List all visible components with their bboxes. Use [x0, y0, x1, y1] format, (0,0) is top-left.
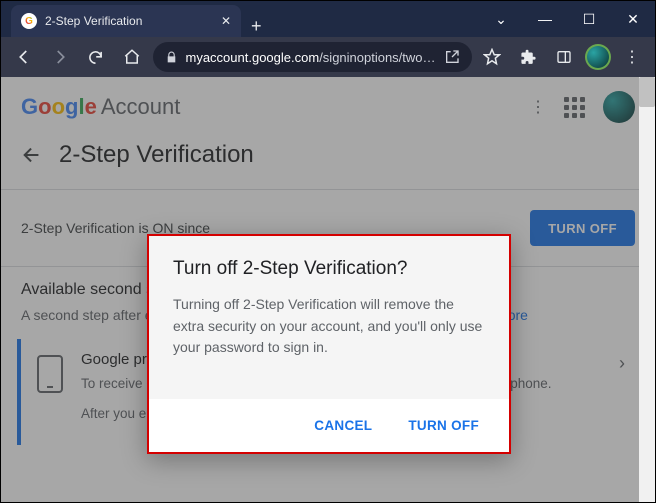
dialog-title: Turn off 2-Step Verification? [173, 258, 485, 280]
bookmark-star-icon[interactable] [478, 42, 508, 72]
confirm-dialog: Turn off 2-Step Verification? Turning of… [147, 234, 511, 454]
extensions-icon[interactable] [513, 42, 543, 72]
url-text: myaccount.google.com/signinoptions/two… [186, 50, 436, 65]
share-icon[interactable] [444, 49, 460, 65]
page-content: GoogleAccount ⋮ 2-Step Verification 2-St… [1, 77, 655, 502]
browser-menu-icon[interactable]: ⋮ [617, 42, 647, 72]
browser-titlebar: G 2-Step Verification ✕ + ⌄ ― ☐ ✕ [1, 1, 655, 37]
vertical-scrollbar[interactable] [639, 77, 655, 502]
profile-avatar[interactable] [585, 44, 611, 70]
window-frame: G 2-Step Verification ✕ + ⌄ ― ☐ ✕ my [0, 0, 656, 503]
tab-title: 2-Step Verification [45, 14, 142, 28]
new-tab-button[interactable]: + [241, 16, 272, 37]
lock-icon [165, 51, 178, 64]
nav-back-icon[interactable] [9, 42, 39, 72]
window-maximize-icon[interactable]: ☐ [567, 1, 611, 37]
sidepanel-icon[interactable] [549, 42, 579, 72]
browser-tab[interactable]: G 2-Step Verification ✕ [11, 5, 241, 37]
tab-close-icon[interactable]: ✕ [221, 14, 231, 28]
tab-favicon: G [21, 13, 37, 29]
nav-home-icon[interactable] [117, 42, 147, 72]
nav-forward-icon [45, 42, 75, 72]
window-minimize-icon[interactable]: ― [523, 1, 567, 37]
cancel-button[interactable]: CANCEL [308, 417, 378, 434]
nav-reload-icon[interactable] [81, 42, 111, 72]
confirm-turn-off-button[interactable]: TURN OFF [402, 417, 485, 434]
window-close-icon[interactable]: ✕ [611, 1, 655, 37]
dialog-body-text: Turning off 2-Step Verification will rem… [173, 294, 485, 359]
window-controls: ⌄ ― ☐ ✕ [479, 1, 655, 37]
browser-toolbar: myaccount.google.com/signinoptions/two… … [1, 37, 655, 77]
url-bar[interactable]: myaccount.google.com/signinoptions/two… [153, 42, 472, 72]
window-dropdown-icon[interactable]: ⌄ [479, 1, 523, 37]
